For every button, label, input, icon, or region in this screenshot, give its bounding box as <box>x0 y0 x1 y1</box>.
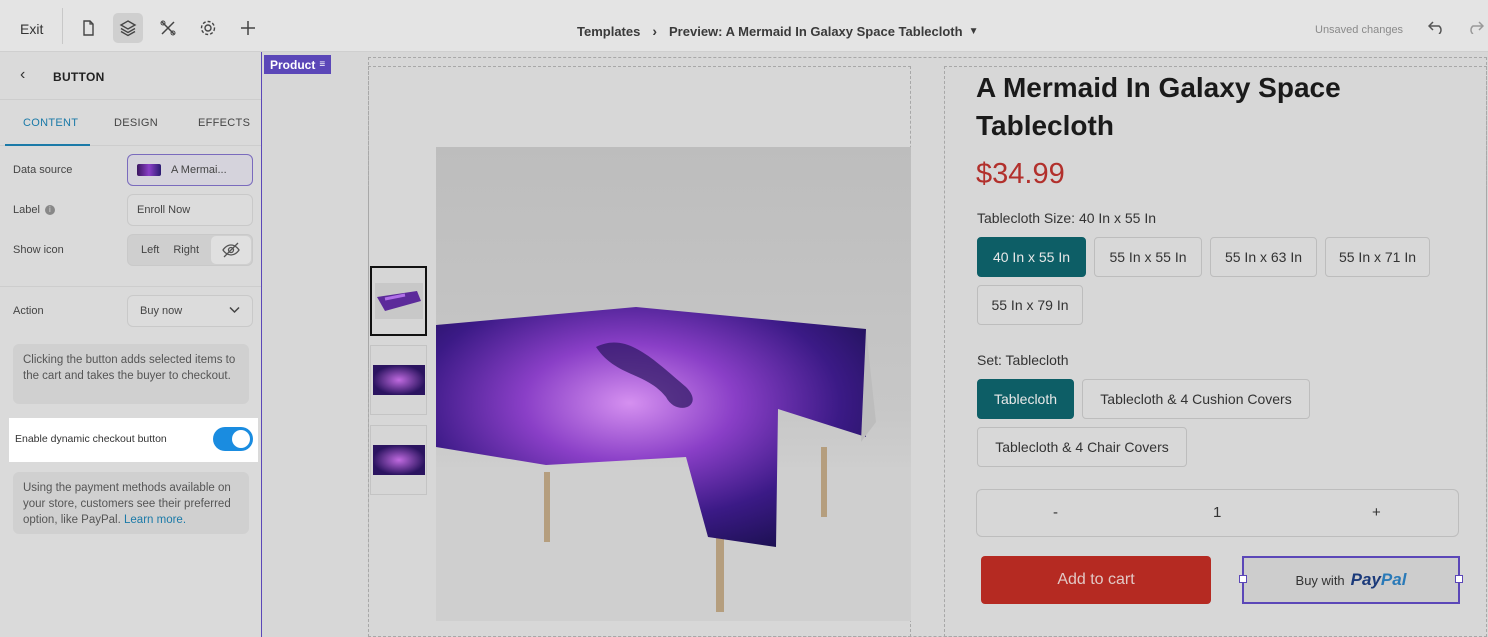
action-select[interactable]: Buy now <box>127 295 253 327</box>
paypal-logo-pal: Pal <box>1380 570 1407 589</box>
set-option-2[interactable]: Tablecloth & 4 Cushion Covers <box>1082 379 1310 419</box>
product-thumbnail <box>137 164 161 176</box>
undo-icon[interactable] <box>1426 16 1448 38</box>
size-option-label: Tablecloth Size: 40 In x 55 In <box>977 210 1156 226</box>
redo-icon[interactable] <box>1464 16 1486 38</box>
breadcrumb: Templates › Preview: A Mermaid In Galaxy… <box>577 23 979 39</box>
panel-header: ‹ BUTTON <box>0 52 261 100</box>
size-option-1[interactable]: 40 In x 55 In <box>977 237 1086 277</box>
settings-panel: ‹ BUTTON CONTENT DESIGN EFFECTS Data sou… <box>0 52 262 637</box>
layers-icon[interactable] <box>113 13 143 43</box>
action-select-value: Buy now <box>140 305 183 317</box>
toolbar-divider <box>62 8 63 44</box>
exit-button[interactable]: Exit <box>20 21 43 37</box>
thumbnail-1[interactable] <box>370 266 427 336</box>
dynamic-checkout-label: Enable dynamic checkout button <box>15 433 167 445</box>
set-option-label: Set: Tablecloth <box>977 352 1069 368</box>
size-option-4[interactable]: 55 In x 71 In <box>1325 237 1430 277</box>
show-icon-right-option[interactable]: Right <box>173 244 199 256</box>
product-section-tag[interactable]: Product ≡ <box>264 55 332 74</box>
back-arrow-icon[interactable]: ‹ <box>20 66 25 84</box>
quantity-stepper: - 1 + <box>976 489 1459 537</box>
size-option-2[interactable]: 55 In x 55 In <box>1094 237 1202 277</box>
label-input[interactable]: Enroll Now <box>127 194 253 226</box>
show-icon-segmented-control: Left Right <box>127 234 253 266</box>
chevron-down-icon <box>229 305 240 317</box>
label-input-value: Enroll Now <box>137 204 191 216</box>
dynamic-checkout-row: Enable dynamic checkout button <box>9 418 258 462</box>
dynamic-checkout-description: Using the payment methods available on y… <box>13 472 249 534</box>
active-tab-indicator <box>5 144 90 146</box>
data-source-picker[interactable]: A Mermai... <box>127 154 253 186</box>
resize-handle-right[interactable] <box>1455 575 1463 583</box>
product-main-image[interactable] <box>436 147 911 621</box>
tools-icon[interactable] <box>153 13 183 43</box>
add-to-cart-button[interactable]: Add to cart <box>981 556 1211 604</box>
label-label: Label i <box>13 204 55 216</box>
info-icon[interactable]: i <box>44 205 55 216</box>
breadcrumb-current[interactable]: Preview: A Mermaid In Galaxy Space Table… <box>669 24 963 39</box>
top-toolbar: Exit Templates › Preview: A Mermaid In G… <box>0 0 1488 52</box>
quantity-decrease-button[interactable]: - <box>1053 504 1058 521</box>
page-icon[interactable] <box>73 13 103 43</box>
resize-handle-left[interactable] <box>1239 575 1247 583</box>
product-tag-label: Product <box>270 57 316 72</box>
thumbnail-3[interactable] <box>370 425 427 495</box>
panel-title: BUTTON <box>53 70 105 84</box>
data-source-value: A Mermai... <box>171 164 227 176</box>
learn-more-link[interactable]: Learn more. <box>124 514 186 526</box>
unsaved-status: Unsaved changes <box>1315 24 1404 36</box>
set-option-1[interactable]: Tablecloth <box>977 379 1074 419</box>
eye-off-icon[interactable] <box>211 236 251 264</box>
tab-content[interactable]: CONTENT <box>23 117 78 129</box>
paypal-checkout-button[interactable]: Buy with Pay Pal <box>1242 556 1460 604</box>
product-price: $34.99 <box>976 158 1065 190</box>
panel-tabs: CONTENT DESIGN EFFECTS <box>0 100 261 146</box>
tab-effects[interactable]: EFFECTS <box>198 117 250 129</box>
dynamic-checkout-toggle[interactable] <box>213 427 253 451</box>
add-icon[interactable] <box>233 13 263 43</box>
product-title: A Mermaid In Galaxy Space Tablecloth <box>976 72 1341 141</box>
action-description: Clicking the button adds selected items … <box>13 344 249 404</box>
data-source-label: Data source <box>13 164 73 176</box>
buy-with-label: Buy with <box>1295 572 1345 588</box>
quantity-value[interactable]: 1 <box>1213 504 1221 521</box>
panel-divider <box>0 286 261 287</box>
gear-icon[interactable] <box>193 13 223 43</box>
chevron-right-icon: › <box>652 23 658 39</box>
caret-down-icon[interactable]: ▼ <box>969 26 979 37</box>
show-icon-left-option[interactable]: Left <box>141 244 159 256</box>
toggle-knob <box>232 430 250 448</box>
quantity-increase-button[interactable]: + <box>1372 504 1381 521</box>
set-option-3[interactable]: Tablecloth & 4 Chair Covers <box>977 427 1187 467</box>
size-option-5[interactable]: 55 In x 79 In <box>977 285 1083 325</box>
thumbnail-2[interactable] <box>370 345 427 415</box>
show-icon-label: Show icon <box>13 244 64 256</box>
paypal-logo-pay: Pay <box>1350 570 1381 589</box>
action-label: Action <box>13 305 44 317</box>
tab-design[interactable]: DESIGN <box>114 117 158 129</box>
database-icon: ≡ <box>319 59 326 70</box>
breadcrumb-templates[interactable]: Templates <box>577 24 640 39</box>
size-option-3[interactable]: 55 In x 63 In <box>1210 237 1317 277</box>
